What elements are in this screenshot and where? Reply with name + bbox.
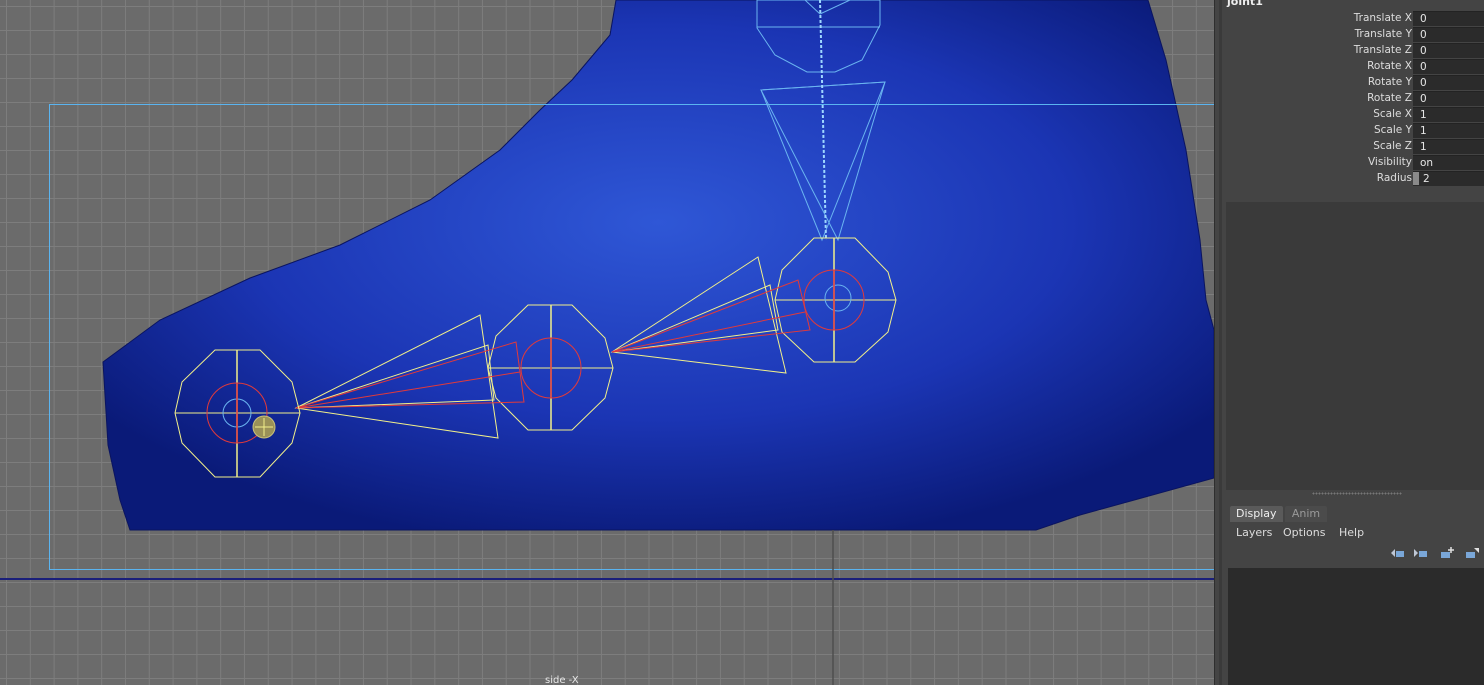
attr-value-field[interactable]: 0: [1413, 11, 1484, 26]
viewport-side[interactable]: side -X: [0, 0, 1214, 685]
attr-rotate-y[interactable]: Rotate Y 0: [1226, 75, 1484, 91]
channel-box-empty-area: [1226, 202, 1484, 490]
radius-slider-handle[interactable]: [1413, 172, 1419, 185]
menu-options[interactable]: Options: [1283, 526, 1325, 539]
attr-translate-z[interactable]: Translate Z 0: [1226, 43, 1484, 59]
layer-editor: Display Anim Layers Options Help: [1226, 502, 1484, 685]
menu-help[interactable]: Help: [1339, 526, 1364, 539]
attr-value-field[interactable]: 0: [1413, 91, 1484, 106]
attr-label: Rotate X: [1367, 60, 1412, 72]
attr-scale-z[interactable]: Scale Z 1: [1226, 139, 1484, 155]
attr-translate-y[interactable]: Translate Y 0: [1226, 27, 1484, 43]
attr-label: Translate Z: [1353, 44, 1412, 56]
pivot-handle[interactable]: [252, 415, 276, 439]
channel-box-panel: joint1 Translate X 0 Translate Y 0 Trans…: [1226, 0, 1484, 685]
attr-label: Rotate Z: [1367, 92, 1412, 104]
attr-value-field[interactable]: 2: [1413, 171, 1484, 186]
camera-label: side -X: [545, 675, 579, 685]
new-layer-selected-icon[interactable]: [1464, 546, 1480, 560]
tab-anim[interactable]: Anim: [1285, 506, 1327, 522]
new-layer-icon[interactable]: [1439, 546, 1455, 560]
attr-label: Rotate Y: [1367, 76, 1412, 88]
menu-layers[interactable]: Layers: [1236, 526, 1272, 539]
attr-scale-x[interactable]: Scale X 1: [1226, 107, 1484, 123]
attr-label: Visibility: [1367, 156, 1412, 168]
resize-handle[interactable]: [1312, 492, 1402, 495]
scene-canvas[interactable]: [0, 0, 1214, 685]
tab-display[interactable]: Display: [1230, 506, 1283, 522]
attr-rotate-x[interactable]: Rotate X 0: [1226, 59, 1484, 75]
attr-value-field[interactable]: 1: [1413, 107, 1484, 122]
layer-list[interactable]: [1228, 568, 1484, 685]
attr-label: Scale Y: [1373, 124, 1412, 136]
attr-visibility[interactable]: Visibility on: [1226, 155, 1484, 171]
attr-value-field[interactable]: 1: [1413, 123, 1484, 138]
attr-value-field[interactable]: 1: [1413, 139, 1484, 154]
attr-translate-x[interactable]: Translate X 0: [1226, 11, 1484, 27]
foot-mesh[interactable]: [102, 0, 1214, 531]
node-name[interactable]: joint1: [1227, 0, 1263, 8]
move-layer-up-icon[interactable]: [1390, 546, 1406, 560]
attr-scale-y[interactable]: Scale Y 1: [1226, 123, 1484, 139]
attr-label: Translate Y: [1354, 28, 1412, 40]
attr-rotate-z[interactable]: Rotate Z 0: [1226, 91, 1484, 107]
attr-value-field[interactable]: 0: [1413, 27, 1484, 42]
attr-value-field[interactable]: 0: [1413, 59, 1484, 74]
attr-label: Scale Z: [1373, 140, 1412, 152]
attr-label: Scale X: [1373, 108, 1412, 120]
attr-label: Translate X: [1353, 12, 1412, 24]
attr-value-field[interactable]: on: [1413, 155, 1484, 170]
move-layer-down-icon[interactable]: [1413, 546, 1429, 560]
attr-label: Radius: [1376, 172, 1412, 184]
attr-value-field[interactable]: 0: [1413, 43, 1484, 58]
splitter-grip: [1219, 0, 1222, 685]
attr-radius[interactable]: Radius 2: [1226, 171, 1484, 187]
attr-value-field[interactable]: 0: [1413, 75, 1484, 90]
